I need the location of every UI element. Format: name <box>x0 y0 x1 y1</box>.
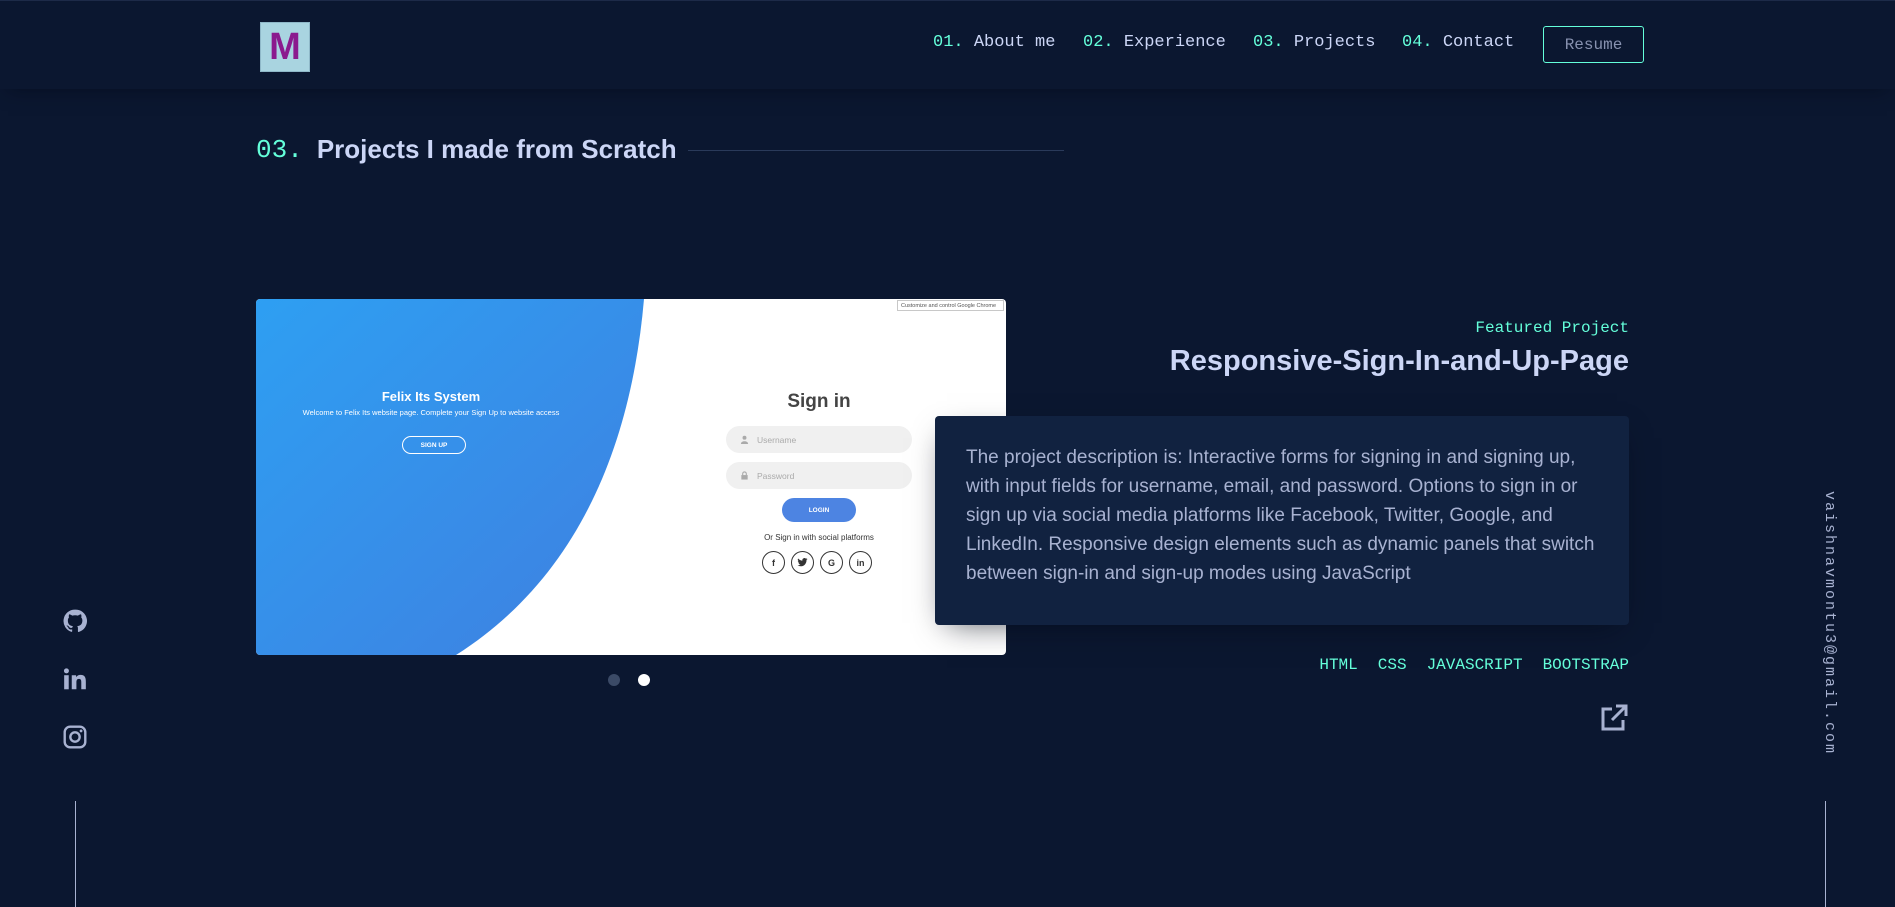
user-icon <box>740 435 749 444</box>
screenshot-signup-button: SIGN UP <box>402 436 466 454</box>
nav-projects[interactable]: 03. Projects <box>1253 33 1375 52</box>
email-link[interactable]: vaishnavmontu3@gmail.com <box>1818 491 1838 755</box>
section-heading: 03. Projects I made from Scratch <box>256 134 677 165</box>
carousel-dot-2[interactable] <box>638 674 650 686</box>
linkedin-small-icon: in <box>849 551 872 574</box>
social-sidebar <box>62 608 88 750</box>
google-icon: G <box>820 551 843 574</box>
lock-icon <box>741 471 748 480</box>
instagram-icon[interactable] <box>62 724 88 750</box>
screenshot-signin-title: Sign in <box>787 391 851 412</box>
project-title[interactable]: Responsive-Sign-In-and-Up-Page <box>1170 345 1629 378</box>
screenshot-login-button: LOGIN <box>782 498 856 522</box>
nav-about[interactable]: 01. About me <box>933 33 1055 52</box>
nav-experience-num: 02. <box>1083 33 1114 52</box>
nav-experience[interactable]: 02. Experience <box>1083 33 1226 52</box>
screenshot-brand: Felix Its System Welcome to Felix Its we… <box>296 389 566 418</box>
section-title: Projects I made from Scratch <box>316 134 677 164</box>
right-vertical-line <box>1825 801 1826 907</box>
screenshot-password-placeholder: Password <box>757 470 795 481</box>
project-screenshot[interactable]: Customize and control Google Chrome Feli… <box>256 299 1006 655</box>
nav-experience-label: Experience <box>1123 33 1226 52</box>
nav-contact[interactable]: 04. Contact <box>1402 33 1514 52</box>
carousel-dot-1[interactable] <box>608 674 620 686</box>
nav-contact-label: Contact <box>1442 33 1515 52</box>
left-vertical-line <box>75 801 76 907</box>
external-link-icon[interactable] <box>1599 703 1629 733</box>
nav-about-label: About me <box>973 33 1056 52</box>
tech-tags: HTML CSS JAVASCRIPT BOOTSTRAP <box>1319 656 1629 674</box>
tech-tag: BOOTSTRAP <box>1542 656 1629 674</box>
project-description: The project description is: Interactive … <box>935 416 1629 625</box>
nav-projects-label: Projects <box>1293 33 1376 52</box>
screenshot-brand-text: Welcome to Felix Its website page. Compl… <box>302 408 560 417</box>
screenshot-username-field: Username <box>726 426 912 453</box>
screenshot-password-field: Password <box>726 462 912 489</box>
screenshot-username-placeholder: Username <box>757 434 797 445</box>
tech-tag: HTML <box>1319 656 1358 674</box>
nav-about-num: 01. <box>933 33 964 52</box>
tech-tag: JAVASCRIPT <box>1426 656 1523 674</box>
featured-project-label: Featured Project <box>1475 319 1629 337</box>
top-navbar: M 01. About me 02. Experience 03. Projec… <box>0 1 1895 89</box>
screenshot-brand-title: Felix Its System <box>381 389 481 404</box>
site-logo[interactable]: M <box>260 22 310 72</box>
facebook-icon: f <box>762 551 785 574</box>
carousel-dots <box>608 674 650 686</box>
linkedin-icon[interactable] <box>62 666 88 692</box>
github-icon[interactable] <box>62 608 88 634</box>
section-number: 03. <box>256 134 303 165</box>
resume-button[interactable]: Resume <box>1543 26 1644 63</box>
twitter-icon <box>791 551 814 574</box>
nav-contact-num: 04. <box>1402 33 1433 52</box>
nav-projects-num: 03. <box>1253 33 1284 52</box>
chrome-tooltip: Customize and control Google Chrome <box>897 300 1004 311</box>
section-divider <box>688 150 1064 151</box>
tech-tag: CSS <box>1377 656 1407 674</box>
screenshot-social-text: Or Sign in with social platforms <box>764 533 874 542</box>
screenshot-social-buttons: f G in <box>762 551 872 574</box>
